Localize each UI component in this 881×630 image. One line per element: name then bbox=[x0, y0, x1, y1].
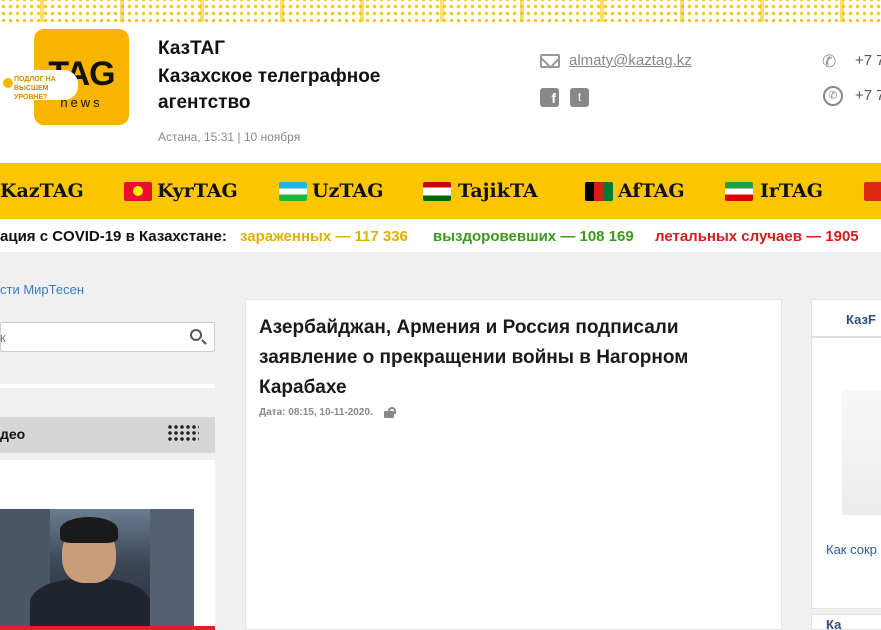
email-link[interactable]: almaty@kaztag.kz bbox=[569, 52, 692, 69]
right-widget-bottom bbox=[811, 614, 881, 630]
article-date: Дата: 08:15, 10-11-2020. bbox=[259, 407, 373, 418]
right-widget-image[interactable] bbox=[842, 390, 881, 515]
right-widget-link[interactable]: Как сокр банке? bbox=[826, 540, 881, 559]
twitter-icon[interactable]: t bbox=[570, 88, 589, 107]
tajikistan-flag-icon bbox=[423, 182, 451, 201]
site-name[interactable]: КазТАГ bbox=[158, 38, 225, 60]
kyrgyzstan-flag-icon bbox=[124, 182, 152, 201]
covid-ticker[interactable]: ация с COVID-19 в Казахстане: зараженных… bbox=[0, 226, 881, 250]
grid-dots-icon[interactable] bbox=[167, 424, 199, 442]
ticker-infected: зараженных — 117 336 bbox=[240, 228, 408, 245]
search-input[interactable] bbox=[0, 322, 215, 352]
bottom-accent-line bbox=[0, 626, 215, 630]
thumb-person-body bbox=[30, 579, 150, 630]
mail-icon bbox=[540, 54, 560, 68]
thumb-person-hair bbox=[60, 517, 118, 543]
video-section-title: део bbox=[0, 426, 26, 442]
agency-nav: KazTAG KyrTAG UzTAG TajikTA AfTAG IrTAG bbox=[0, 163, 881, 219]
page: TAG news КазТАГ Казахское телеграфное аг… bbox=[0, 0, 881, 630]
top-ornament-stripes bbox=[0, 0, 881, 22]
right-widget-bottom-label[interactable]: Ка bbox=[826, 617, 841, 630]
afghanistan-flag-icon bbox=[585, 182, 613, 201]
thumb-badge-text: ПОДЛОГ НА ВЫСШЕМ УРОВНЕ? bbox=[14, 76, 56, 101]
nav-item-irtag[interactable]: IrTAG bbox=[760, 180, 823, 202]
whatsapp-number[interactable]: +7 7 bbox=[855, 87, 881, 104]
facebook-icon[interactable]: f bbox=[540, 88, 559, 107]
thumb-badge-logo-icon bbox=[3, 78, 13, 88]
lock-open-icon bbox=[384, 407, 396, 418]
uzbekistan-flag-icon bbox=[279, 182, 307, 201]
china-flag-icon bbox=[864, 182, 881, 201]
search-placeholder: к bbox=[0, 330, 6, 345]
miretesen-link[interactable]: сти МирТесен bbox=[0, 282, 84, 297]
nav-item-aftag[interactable]: AfTAG bbox=[618, 180, 685, 202]
right-widget-tab-label: КазF bbox=[846, 312, 876, 327]
nav-item-tajikta[interactable]: TajikTA bbox=[458, 180, 538, 202]
iran-flag-icon bbox=[725, 182, 753, 201]
nav-item-kyrtag[interactable]: KyrTAG bbox=[157, 180, 238, 202]
left-divider bbox=[0, 384, 215, 388]
article-title[interactable]: Азербайджан, Армения и Россия подписали … bbox=[259, 313, 774, 403]
nav-item-uztag[interactable]: UzTAG bbox=[312, 180, 383, 202]
ticker-recovered: выздоровевших — 108 169 bbox=[433, 228, 634, 245]
phone-icon: ✆ bbox=[822, 52, 837, 71]
ticker-deaths: летальных случаев — 1905 bbox=[655, 228, 859, 245]
thumb-background-right bbox=[150, 509, 194, 630]
phone-number[interactable]: +7 7 bbox=[855, 52, 881, 69]
video-thumbnail[interactable] bbox=[0, 509, 194, 630]
site-description: Казахское телеграфное агентство bbox=[158, 66, 381, 113]
ticker-prefix: ация с COVID-19 в Казахстане: bbox=[0, 228, 227, 245]
search-icon[interactable] bbox=[190, 329, 202, 341]
nav-item-kaztag[interactable]: KazTAG bbox=[0, 180, 84, 202]
whatsapp-icon: ✆ bbox=[823, 86, 843, 106]
current-datetime: Астана, 15:31 | 10 ноября bbox=[158, 130, 301, 144]
